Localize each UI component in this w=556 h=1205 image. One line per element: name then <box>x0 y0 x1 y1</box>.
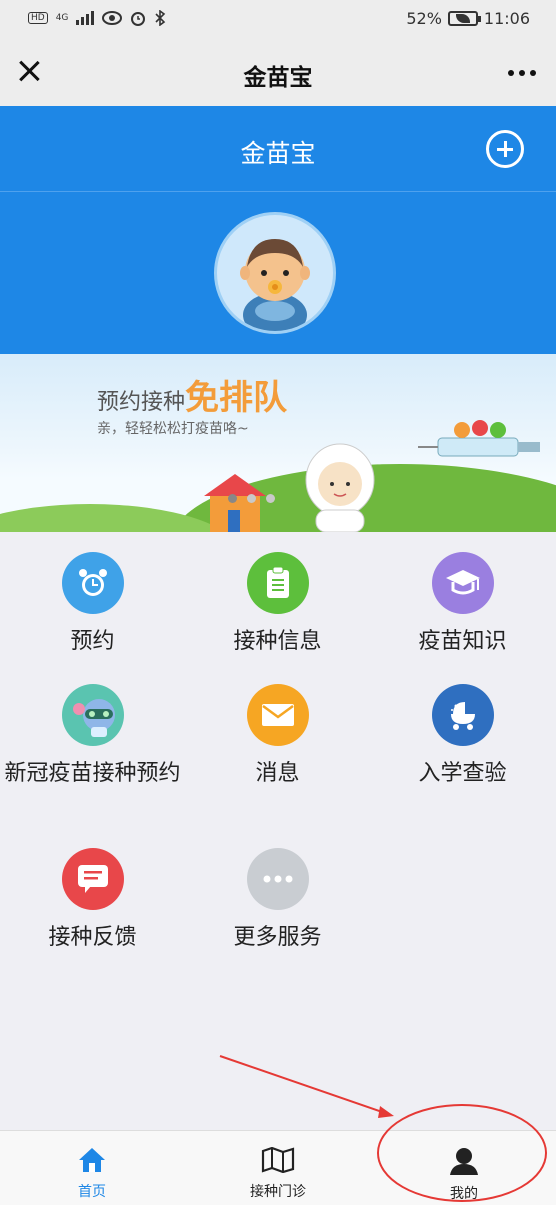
grid-item-covid-appointment[interactable]: 新冠疫苗接种预约 <box>0 684 185 790</box>
clock: 11:06 <box>483 9 530 28</box>
nav-item-home[interactable]: 首页 <box>32 1147 152 1201</box>
annotation-arrow <box>219 1055 389 1115</box>
baby-illustration-icon <box>305 443 375 532</box>
grid-item-messages[interactable]: 消息 <box>185 684 370 790</box>
grid-item-vaccine-knowledge[interactable]: 疫苗知识 <box>370 552 555 658</box>
status-bar: HD 4G 52% 11:06 <box>0 0 556 40</box>
nav-item-mine[interactable]: 我的 <box>404 1147 524 1203</box>
app-header: 金苗宝 <box>0 106 556 192</box>
profile-area <box>0 192 556 354</box>
stroller-icon <box>431 684 494 746</box>
grid-label: 消息 <box>255 761 300 786</box>
envelope-icon <box>246 684 309 746</box>
syringe-illustration-icon <box>418 420 540 457</box>
page-title: 金苗宝 <box>243 65 313 91</box>
title-bar: 金苗宝 <box>0 40 556 106</box>
house-illustration-icon <box>204 474 266 532</box>
network-label: 4G <box>55 13 69 23</box>
nav-label: 接种门诊 <box>250 1184 306 1200</box>
alarm-clock-icon <box>61 552 124 614</box>
promo-banner[interactable]: 预约接种免排队 亲，轻轻松松打疫苗咯~ <box>0 354 556 532</box>
signal-icon <box>76 11 95 25</box>
baby-avatar[interactable] <box>214 212 336 334</box>
grid-label: 更多服务 <box>233 925 322 950</box>
more-options-icon[interactable] <box>508 70 536 76</box>
grid-label: 入学查验 <box>418 761 507 786</box>
alarm-icon <box>131 12 146 26</box>
app-title: 金苗宝 <box>240 139 316 168</box>
nav-label: 我的 <box>450 1186 478 1202</box>
baby-avatar-icon <box>240 239 310 331</box>
grid-item-feedback[interactable]: 接种反馈 <box>0 848 185 954</box>
grid-label: 新冠疫苗接种预约 <box>4 761 181 786</box>
nav-item-clinics[interactable]: 接种门诊 <box>218 1146 338 1201</box>
person-icon <box>450 1148 478 1175</box>
bottom-nav: 首页 接种门诊 我的 <box>0 1130 556 1205</box>
eye-icon <box>102 11 123 25</box>
chat-bubble-icon <box>61 848 124 910</box>
banner-title-emphasis: 免排队 <box>185 378 288 418</box>
bluetooth-icon <box>155 10 166 26</box>
more-dots-icon <box>246 848 309 910</box>
banner-subtitle: 亲，轻轻松松打疫苗咯~ <box>97 421 249 437</box>
battery-percent: 52% <box>406 9 442 28</box>
grid-label: 预约 <box>70 629 115 654</box>
grid-item-appointment[interactable]: 预约 <box>0 552 185 658</box>
grid-label: 疫苗知识 <box>418 629 507 654</box>
status-left: HD 4G <box>28 10 166 26</box>
grid-item-vaccination-info[interactable]: 接种信息 <box>185 552 370 658</box>
battery-icon <box>447 11 481 26</box>
map-icon <box>261 1146 295 1174</box>
graduation-cap-icon <box>431 552 494 614</box>
add-child-plus-icon[interactable] <box>486 130 524 168</box>
banner-title: 预约接种免排队 <box>97 370 287 419</box>
nav-label: 首页 <box>78 1184 106 1200</box>
hd-badge: HD <box>28 12 48 24</box>
annotation-arrowhead <box>378 1106 394 1118</box>
grid-label: 接种反馈 <box>48 925 137 950</box>
clipboard-icon <box>246 552 309 614</box>
mascot-icon <box>61 684 124 746</box>
grid-item-more-services[interactable]: 更多服务 <box>185 848 370 954</box>
grid-item-school-check[interactable]: 入学查验 <box>370 684 555 790</box>
banner-pagination <box>228 494 275 503</box>
home-icon <box>79 1148 105 1172</box>
banner-title-prefix: 预约接种 <box>97 390 186 415</box>
status-right: 52% 11:06 <box>406 9 530 28</box>
grid-label: 接种信息 <box>233 629 322 654</box>
